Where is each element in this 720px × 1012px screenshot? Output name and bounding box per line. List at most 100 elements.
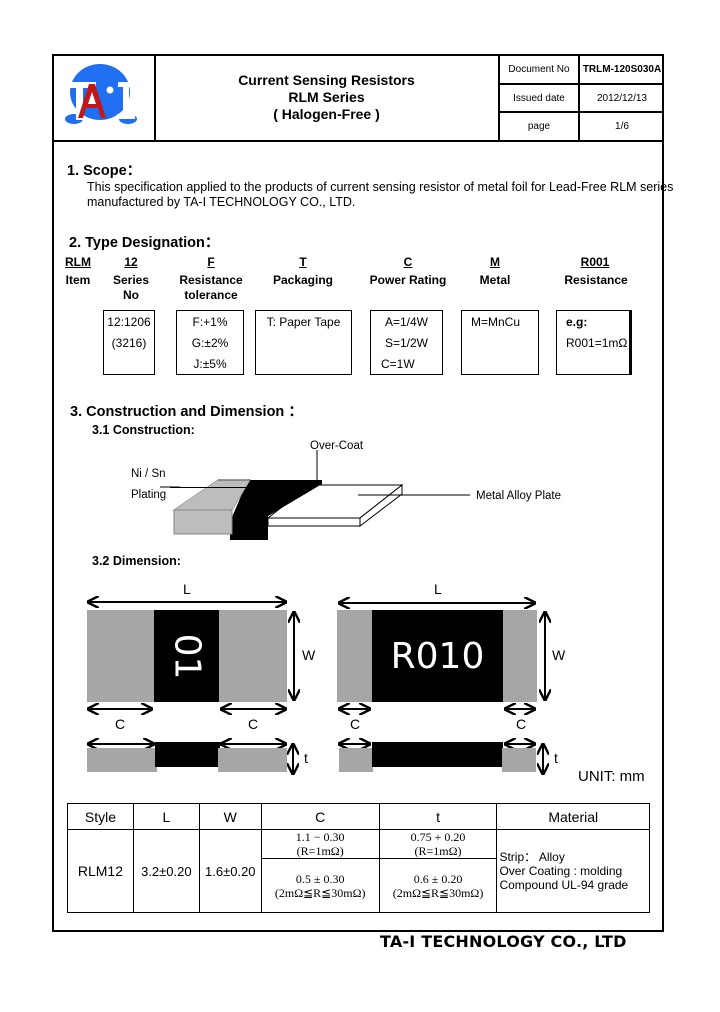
label-metal-alloy: Metal Alloy Plate — [476, 490, 562, 502]
dim-c-right-2: C — [516, 716, 527, 732]
name-series-line-2: No — [123, 288, 139, 302]
name-metal: Metal — [470, 273, 520, 288]
left-terminal — [87, 610, 155, 702]
dim-w-left: W — [302, 647, 316, 663]
unit-label: UNIT: mm — [578, 768, 645, 785]
cell-l: 3.2±0.20 — [132, 829, 200, 913]
left-marking: 01 — [155, 610, 219, 702]
side-body — [372, 742, 503, 767]
right-terminal — [503, 610, 537, 702]
col-t: t — [378, 803, 498, 830]
name-item-line: Item — [65, 273, 91, 287]
title-line-2: RLM Series — [288, 88, 365, 105]
options-metal: M=MnCu — [461, 310, 539, 375]
dim-l-left: L — [183, 581, 191, 597]
document-title: Current Sensing Resistors RLM Series ( H… — [155, 54, 498, 140]
option-power-c: C=1W — [381, 357, 415, 371]
option-tolerance-j: J:±5% — [193, 357, 227, 371]
cell-c-1-condition: (R=1mΩ) — [296, 844, 344, 858]
name-tolerance-line-1: Resistance — [179, 273, 243, 287]
name-packaging: Packaging — [258, 273, 348, 288]
document-no-label: Document No — [508, 64, 570, 75]
logo-graphic — [65, 64, 137, 124]
option-tolerance-g: G:±2% — [191, 336, 229, 350]
cell-w: 1.6±0.20 — [198, 829, 262, 913]
spec-table-header-row: Style L W C t Material — [67, 803, 650, 830]
document-no-value: TRLM-120S030A — [582, 64, 662, 75]
metal-plate-front — [267, 517, 361, 527]
cell-c-1: 1.1 − 0.30 (R=1mΩ) — [260, 829, 380, 859]
cell-c-2-value: 0.5 ± 0.30 — [295, 871, 345, 886]
page-value: 1/6 — [615, 121, 629, 132]
code-packaging: T — [299, 255, 307, 269]
code-power-rating: C — [403, 255, 413, 269]
side-body — [155, 742, 220, 767]
plating-front — [173, 509, 233, 535]
dim-w-right: W — [552, 647, 566, 663]
option-tolerance-f: F:+1% — [192, 315, 228, 329]
side-right-terminal — [218, 748, 287, 772]
dim-c-left-1: C — [115, 716, 126, 732]
cell-c-1-value: 1.1 − 0.30 — [295, 830, 345, 844]
cell-t-1: 0.75 + 0.20 (R=1mΩ) — [378, 829, 498, 859]
construction-heading: 3. Construction and Dimension ： — [70, 404, 303, 420]
right-marking-text: R010 — [390, 635, 485, 677]
scope-heading: 1. Scope： — [67, 163, 142, 179]
cell-t-1-condition: (R=1mΩ) — [414, 844, 462, 858]
table-row: RLM12 3.2±0.20 1.6±0.20 1.1 − 0.30 (R=1m… — [67, 829, 650, 913]
option-metal-m: M=MnCu — [471, 315, 521, 329]
side-left-terminal — [339, 748, 373, 772]
options-series: 12:1206 (3216) — [103, 310, 155, 375]
spec-table: Style L W C t Material RLM12 3.2±0.20 1.… — [67, 803, 650, 913]
cell-c-2: 0.5 ± 0.30 (2mΩ≦R≦30mΩ) — [260, 858, 380, 913]
cell-t-2: 0.6 ± 0.20 (2mΩ≦R≦30mΩ) — [378, 858, 498, 913]
left-marking-text: 01 — [166, 633, 208, 679]
name-power-rating-line: Power Rating — [369, 273, 447, 287]
cell-t-2-value: 0.6 ± 0.20 — [413, 871, 463, 886]
side-left-terminal — [87, 748, 157, 772]
cell-material: Strip： Alloy Over Coating : molding Comp… — [496, 829, 650, 913]
material-line-2: Over Coating : molding — [499, 864, 623, 878]
type-designation-heading: 2. Type Designation： — [69, 235, 220, 251]
options-packaging: T: Paper Tape — [255, 310, 352, 375]
name-tolerance-line-2: tolerance — [184, 288, 238, 302]
name-metal-line: Metal — [479, 273, 511, 287]
code-series: 12 — [124, 255, 138, 269]
option-series-2: (3216) — [111, 336, 147, 350]
dim-t-left: t — [304, 750, 308, 766]
scope-text-line-1: This specification applied to the produc… — [87, 180, 674, 194]
ta-i-logo — [62, 62, 144, 132]
dimension-subheading: 3.2 Dimension: — [92, 554, 181, 568]
cell-c-2-condition: (2mΩ≦R≦30mΩ) — [274, 885, 366, 900]
construction-diagram — [160, 450, 470, 540]
option-resistance-eg: e.g: — [566, 315, 588, 329]
cell-t-1-value: 0.75 + 0.20 — [410, 830, 466, 844]
code-resistance: R001 — [580, 255, 610, 269]
option-series-1: 12:1206 — [107, 315, 151, 329]
option-resistance-example: R001=1mΩ — [566, 336, 628, 350]
col-material: Material — [496, 803, 650, 830]
page-label: page — [527, 121, 551, 132]
option-power-a: A=1/4W — [384, 315, 429, 329]
col-style: Style — [67, 803, 134, 830]
name-resistance: Resistance — [556, 273, 636, 288]
options-tolerance: F:+1% G:±2% J:±5% — [176, 310, 244, 375]
issued-date-label: Issued date — [513, 92, 565, 104]
cell-style: RLM12 — [67, 829, 134, 913]
code-item: RLM — [65, 255, 91, 269]
left-terminal — [337, 610, 373, 702]
option-power-s: S=1/2W — [384, 336, 429, 350]
option-packaging-t: T: Paper Tape — [266, 315, 341, 329]
scope-text-line-2: manufactured by TA-I TECHNOLOGY CO., LTD… — [87, 195, 356, 209]
col-w: W — [198, 803, 262, 830]
side-right-terminal — [502, 748, 536, 772]
title-line-3: ( Halogen-Free ) — [273, 105, 380, 122]
cell-t-2-condition: (2mΩ≦R≦30mΩ) — [392, 885, 484, 900]
title-line-1: Current Sensing Resistors — [238, 71, 415, 88]
name-series-line-1: Series — [112, 273, 150, 287]
dim-l-right: L — [434, 581, 442, 597]
material-line-1: Strip： Alloy — [499, 850, 565, 864]
issued-date-value: 2012/12/13 — [596, 92, 648, 104]
col-l: L — [132, 803, 200, 830]
name-item: Item — [58, 273, 98, 288]
